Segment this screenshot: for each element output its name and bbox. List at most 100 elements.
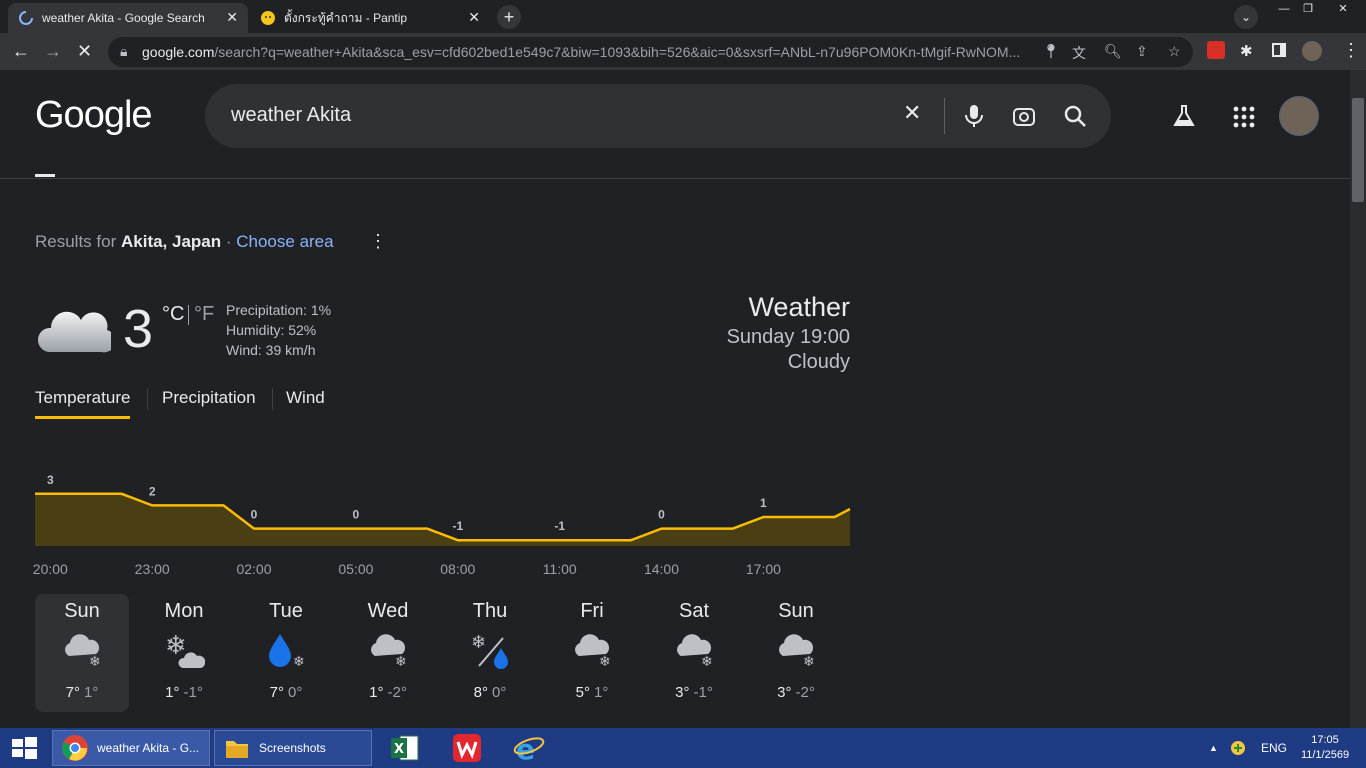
system-clock[interactable]: 17:05 11/1/2569 [1290, 733, 1360, 763]
minimize-button[interactable]: — [1272, 0, 1296, 18]
page-scrollbar[interactable] [1350, 70, 1366, 728]
day-fri[interactable]: Fri ❄ 5° 1° [545, 594, 639, 712]
results-for-prefix: Results for [35, 232, 121, 251]
day-name: Sat [678, 600, 710, 622]
close-tab-icon[interactable]: ✕ [468, 9, 480, 26]
temperature-value-label: -1 [554, 519, 565, 533]
windows-start-icon[interactable] [0, 728, 48, 768]
wps-icon[interactable] [452, 733, 482, 763]
high-temp: 7° [65, 684, 80, 701]
close-window-button[interactable]: ✕ [1320, 0, 1366, 18]
translate-icon[interactable]: 文 [1072, 43, 1086, 63]
tab-weather[interactable]: weather Akita - Google Search ✕ [8, 3, 248, 33]
time-tick-label: 05:00 [338, 561, 373, 577]
svg-text:❄: ❄ [599, 654, 611, 670]
address-bar[interactable]: 🔒︎ google.com/search?q=weather+Akita&sca… [108, 37, 1193, 67]
tab-strip: weather Akita - Google Search ✕ ตั้งกระท… [0, 0, 1366, 33]
loading-spinner-icon [19, 11, 33, 25]
ie-icon[interactable]: e [513, 732, 545, 764]
stop-loading-icon[interactable]: ✕ [77, 41, 92, 62]
apps-grid-icon[interactable] [1233, 106, 1255, 128]
day-name: Sun [64, 600, 100, 622]
excel-icon[interactable]: X [390, 734, 420, 762]
extensions-puzzle-icon[interactable]: ✱ [1240, 42, 1253, 60]
weather-title: Weather [748, 292, 850, 322]
lens-camera-icon[interactable] [1012, 104, 1036, 128]
profile-icon[interactable] [1302, 41, 1322, 61]
lock-icon[interactable]: 🔒︎ [120, 43, 127, 60]
temperature-area [35, 493, 850, 546]
clear-icon[interactable]: ✕ [903, 100, 921, 126]
svg-text:❄: ❄ [293, 654, 305, 670]
side-panel-icon[interactable] [1272, 43, 1286, 57]
close-tab-icon[interactable]: ✕ [226, 9, 238, 26]
scrollbar-thumb[interactable] [1352, 98, 1364, 202]
pantip-icon [261, 11, 275, 25]
back-icon[interactable]: ← [12, 41, 30, 62]
high-temp: 7° [269, 684, 284, 701]
more-options-icon[interactable]: ⋮ [369, 231, 387, 252]
search-box[interactable]: weather Akita ✕ [205, 84, 1111, 148]
temperature-value-label: 0 [353, 508, 360, 522]
day-name: Mon [164, 600, 204, 622]
humidity-text: Humidity: 52% [226, 322, 317, 338]
tab-temperature[interactable]: Temperature [35, 388, 131, 419]
extension-red-icon[interactable] [1207, 41, 1225, 59]
day-tue[interactable]: Tue ❄ 7° 0° [239, 594, 333, 712]
low-temp: -1° [693, 684, 713, 701]
windows-taskbar: weather Akita - G... Screenshots X e ▲ E… [0, 728, 1366, 768]
menu-icon[interactable]: ⋮ [1342, 40, 1360, 61]
tab-precipitation[interactable]: Precipitation [162, 388, 256, 408]
share-icon[interactable]: ⇪ [1136, 43, 1148, 60]
day-sat[interactable]: Sat ❄ 3° -1° [647, 594, 741, 712]
account-avatar[interactable] [1279, 96, 1319, 136]
tray-expand-icon[interactable]: ▲ [1209, 728, 1218, 768]
location-separator: · [221, 232, 237, 251]
tab-pantip[interactable]: ตั้งกระทู้คำถาม - Pantip ✕ [250, 3, 490, 33]
celsius-toggle[interactable]: °C [162, 303, 184, 326]
zoom-icon[interactable]: 🔍︎ [1104, 43, 1122, 60]
day-mon[interactable]: Mon ❄ 1° -1° [137, 594, 231, 712]
day-name: Fri [580, 600, 604, 622]
location-icon[interactable]: 📍︎ [1042, 43, 1060, 60]
taskbar-explorer-button[interactable]: Screenshots [214, 730, 372, 766]
wind-text: Wind: 39 km/h [226, 342, 316, 358]
location-name: Akita, Japan [120, 232, 222, 251]
restore-button[interactable]: ❐ [1296, 0, 1320, 18]
taskbar-chrome-button[interactable]: weather Akita - G... [52, 730, 210, 766]
tray-app-icon[interactable] [1230, 740, 1246, 756]
temperature-value-label: 1 [760, 496, 767, 510]
day-sun[interactable]: Sun ❄ 7° 1° [35, 594, 129, 712]
day-wed[interactable]: Wed ❄ 1° -2° [341, 594, 435, 712]
labs-flask-icon[interactable] [1172, 104, 1196, 128]
results-for-line: Results for Akita, Japan · Choose area [35, 232, 334, 252]
fahrenheit-toggle[interactable]: °F [194, 303, 214, 326]
microphone-icon[interactable] [963, 104, 985, 128]
day-thu[interactable]: Thu ❄ 8° 0° [443, 594, 537, 712]
tab-wind[interactable]: Wind [286, 388, 325, 408]
forward-icon[interactable]: → [44, 41, 62, 62]
low-temp: -1° [183, 684, 203, 701]
day-sun-next[interactable]: Sun ❄ 3° -2° [749, 594, 843, 712]
google-logo[interactable]: Google [35, 94, 153, 137]
choose-area-link[interactable]: Choose area [236, 232, 333, 251]
search-input[interactable]: weather Akita [231, 104, 351, 127]
url-text[interactable]: google.com/search?q=weather+Akita&sca_es… [142, 44, 1020, 60]
weather-details: Precipitation: 1% Humidity: 52% Wind: 39… [226, 300, 331, 360]
language-indicator[interactable]: ENG [1261, 728, 1287, 768]
svg-text:❄: ❄ [803, 654, 815, 670]
tab-search-button[interactable]: ⌄ [1234, 5, 1258, 29]
high-temp: 5° [575, 684, 590, 701]
time-tick-label: 20:00 [33, 561, 68, 577]
low-temp: -2° [795, 684, 815, 701]
taskbar-item-label: weather Akita - G... [97, 741, 200, 755]
new-tab-button[interactable]: + [497, 5, 521, 29]
cloud-snow-icon: ❄ [65, 634, 101, 670]
low-temp: 0° [492, 684, 507, 701]
search-icon[interactable] [1063, 104, 1087, 128]
bookmark-star-icon[interactable]: ☆ [1168, 43, 1181, 60]
high-temp: 8° [473, 684, 488, 701]
high-temp: 3° [777, 684, 792, 701]
svg-text:❄: ❄ [471, 632, 486, 653]
search-divider [944, 98, 945, 134]
